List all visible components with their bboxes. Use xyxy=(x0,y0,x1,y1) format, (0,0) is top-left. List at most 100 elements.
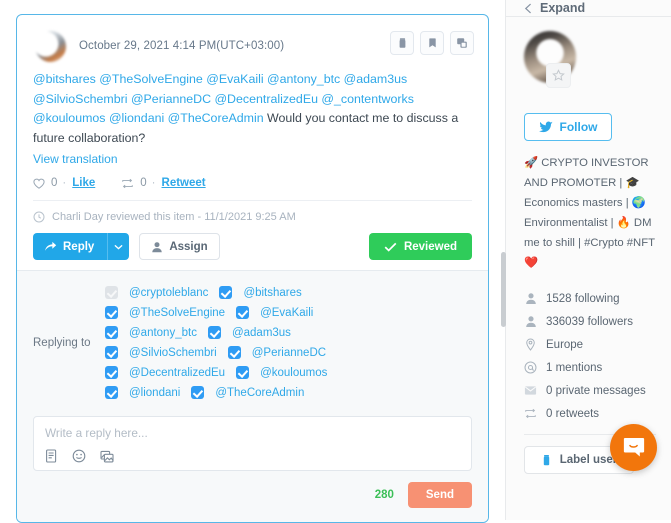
avatar xyxy=(35,30,66,62)
profile-stat: 1528 following xyxy=(524,287,653,310)
envelope-icon xyxy=(524,385,537,396)
at-icon xyxy=(524,361,537,374)
star-icon[interactable] xyxy=(546,63,571,88)
assign-button[interactable]: Assign xyxy=(139,233,220,260)
recipient-row: @antony_btc @adam3us xyxy=(105,323,472,342)
reply-options-button[interactable] xyxy=(107,233,130,260)
recipient-checkbox[interactable] xyxy=(105,366,118,379)
chevron-down-icon xyxy=(114,244,123,250)
reply-arrow-icon xyxy=(45,241,57,251)
recipient-handle[interactable]: @antony_btc xyxy=(129,327,197,339)
recipient-handle[interactable]: @liondani xyxy=(129,387,180,399)
check-icon xyxy=(384,242,397,252)
recipient-checkbox xyxy=(105,286,118,299)
like-group: 0 · Like xyxy=(33,177,95,189)
bookmark-icon[interactable] xyxy=(420,31,444,55)
review-note: Charli Day reviewed this item - 11/1/202… xyxy=(33,211,472,223)
recipient-row: @TheSolveEngine @EvaKaili xyxy=(105,303,472,322)
send-row: 280 Send xyxy=(33,482,472,508)
profile-stat-text: 1 mentions xyxy=(546,361,603,374)
tag-icon xyxy=(543,454,549,465)
person-icon xyxy=(524,315,537,328)
retweet-link[interactable]: Retweet xyxy=(162,177,206,189)
profile-stat: 0 retweets xyxy=(524,402,653,425)
recipient-handle[interactable]: @SilvioSchembri xyxy=(129,347,217,359)
scrollbar[interactable] xyxy=(501,252,506,327)
tweet-date: October 29, 2021 4:14 PM(UTC+03:00) xyxy=(79,40,285,52)
replying-to-row: Replying to @cryptoleblanc @bitshares @The… xyxy=(33,283,472,403)
profile-stat-text: 336039 followers xyxy=(546,315,633,328)
recipient-row: @SilvioSchembri @PerianneDC xyxy=(105,343,472,362)
profile-stat: Europe xyxy=(524,333,653,356)
tweet-card-body: October 29, 2021 4:14 PM(UTC+03:00) @bit… xyxy=(17,15,488,270)
like-separator: · xyxy=(62,177,67,189)
profile-avatar-wrap xyxy=(524,31,576,88)
assign-button-label: Assign xyxy=(169,240,208,253)
recipient-checkbox[interactable] xyxy=(105,326,118,339)
recipient-handle[interactable]: @DecentralizedEu xyxy=(129,367,225,379)
profile-sidebar: Expand Follow 🚀 CRYPTO INVESTOR AND PROM… xyxy=(501,0,671,520)
template-icon[interactable] xyxy=(45,449,58,463)
recipient-row: @DecentralizedEu @kouloumos xyxy=(105,363,472,382)
recipient-handle[interactable]: @TheCoreAdmin xyxy=(215,387,304,399)
recipient-row: @cryptoleblanc @bitshares xyxy=(105,283,472,302)
profile-stat-text: 0 retweets xyxy=(546,407,600,420)
reply-button-label: Reply xyxy=(63,240,95,253)
recipient-handle[interactable]: @adam3us xyxy=(232,327,291,339)
recipient-checkbox[interactable] xyxy=(105,306,118,319)
recipient-checkbox[interactable] xyxy=(191,386,205,399)
image-icon[interactable] xyxy=(100,449,114,463)
recipient-checkbox[interactable] xyxy=(207,326,221,339)
recipient-checkbox-grid: @cryptoleblanc @bitshares @TheSolveEngine @… xyxy=(105,283,472,403)
profile-stat-text: 1528 following xyxy=(546,292,620,305)
tweet-text: @bitshares @TheSolveEngine @EvaKaili @an… xyxy=(33,70,472,148)
composer-toolbar xyxy=(45,449,460,463)
profile-stats: 1528 following 336039 followers Europe 1 me… xyxy=(524,287,653,425)
recipient-checkbox[interactable] xyxy=(227,346,241,359)
char-counter: 280 xyxy=(374,489,394,501)
recipient-row: @liondani @TheCoreAdmin xyxy=(105,383,472,402)
popout-icon[interactable] xyxy=(450,31,474,55)
like-link[interactable]: Like xyxy=(72,177,95,189)
tweet-card: October 29, 2021 4:14 PM(UTC+03:00) @bit… xyxy=(16,14,489,523)
expand-bar[interactable]: Expand xyxy=(506,0,671,17)
location-pin-icon xyxy=(524,338,537,351)
recipient-handle[interactable]: @kouloumos xyxy=(260,367,327,379)
reply-button[interactable]: Reply xyxy=(33,233,108,260)
follow-button[interactable]: Follow xyxy=(524,113,612,141)
recipient-checkbox[interactable] xyxy=(219,286,233,299)
follow-button-label: Follow xyxy=(559,120,598,134)
retweet-count: 0 xyxy=(140,177,147,189)
reply-input[interactable]: Write a reply here... xyxy=(45,426,460,440)
recipient-handle[interactable]: @bitshares xyxy=(243,287,301,299)
profile-stat-text: Europe xyxy=(546,338,584,351)
send-button[interactable]: Send xyxy=(407,482,472,508)
retweet-icon xyxy=(524,408,537,419)
clock-icon xyxy=(33,211,45,223)
main-content: October 29, 2021 4:14 PM(UTC+03:00) @bit… xyxy=(0,0,505,523)
recipient-handle[interactable]: @cryptoleblanc xyxy=(129,287,208,299)
recipient-checkbox[interactable] xyxy=(236,306,250,319)
engagement-row: 0 · Like 0 · Retweet xyxy=(33,177,472,189)
reply-panel: Replying to @cryptoleblanc @bitshares @The… xyxy=(17,270,488,522)
retweet-separator: · xyxy=(151,177,156,189)
emoji-icon[interactable] xyxy=(72,449,86,463)
reply-composer[interactable]: Write a reply here... xyxy=(33,416,472,471)
person-icon xyxy=(524,292,537,305)
label-user-label: Label user xyxy=(559,454,618,466)
profile-stat: 0 private messages xyxy=(524,379,653,402)
reviewed-button[interactable]: Reviewed xyxy=(368,233,472,260)
recipient-checkbox[interactable] xyxy=(105,386,118,399)
reviewed-button-label: Reviewed xyxy=(403,240,457,253)
recipient-handle[interactable]: @TheSolveEngine xyxy=(129,307,225,319)
tweet-card-actions xyxy=(390,31,474,55)
recipient-checkbox[interactable] xyxy=(105,346,118,359)
retweet-group: 0 · Retweet xyxy=(121,177,206,189)
view-translation-link[interactable]: View translation xyxy=(33,152,118,166)
chat-bubble-icon[interactable] xyxy=(610,424,657,471)
tag-icon[interactable] xyxy=(390,31,414,55)
recipient-handle[interactable]: @EvaKaili xyxy=(260,307,313,319)
recipient-handle[interactable]: @PerianneDC xyxy=(252,347,326,359)
recipient-checkbox[interactable] xyxy=(236,366,250,379)
review-note-text: Charli Day reviewed this item - 11/1/202… xyxy=(52,211,296,223)
